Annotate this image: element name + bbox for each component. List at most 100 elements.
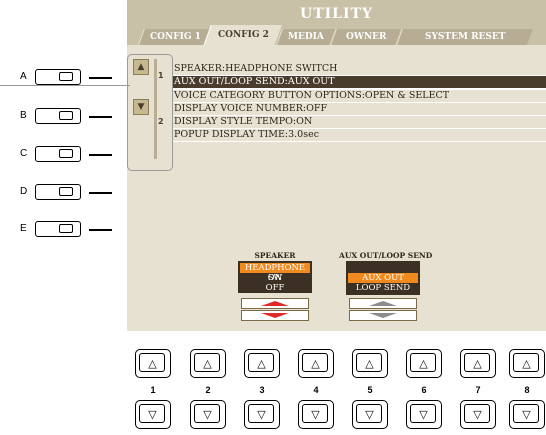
down-triangle-icon: ▽ xyxy=(203,407,212,421)
side-button-row-c: C xyxy=(0,145,125,165)
button-3-up[interactable]: △ xyxy=(244,349,280,378)
down-triangle-icon: ▽ xyxy=(148,407,157,421)
up-triangle-icon xyxy=(369,301,397,306)
up-triangle-icon: △ xyxy=(365,356,374,370)
aux-option-spacer xyxy=(346,263,420,273)
button-6-up[interactable]: △ xyxy=(406,349,442,378)
speaker-option[interactable]: OFF xyxy=(238,283,312,293)
aux-title: AUX OUT/LOOP SEND xyxy=(339,251,433,260)
tab-label: CONFIG 2 xyxy=(217,30,269,40)
side-button-label: A xyxy=(20,71,27,82)
down-triangle-icon: ▽ xyxy=(257,407,266,421)
up-triangle-icon: △ xyxy=(148,356,157,370)
down-triangle-icon xyxy=(261,313,289,318)
button-number: 2 xyxy=(205,385,211,395)
tab-config-2[interactable]: CONFIG 2 xyxy=(203,25,282,46)
aux-up-button[interactable] xyxy=(349,298,417,309)
list-item[interactable]: VOICE CATEGORY BUTTON OPTIONS:OPEN & SEL… xyxy=(172,90,546,103)
connector-line xyxy=(89,192,112,194)
up-triangle-icon: △ xyxy=(203,356,212,370)
side-button-row-e: E xyxy=(0,220,125,240)
button-number: 7 xyxy=(475,385,481,395)
button-2-down[interactable]: ▽ xyxy=(190,400,226,429)
side-button-d[interactable] xyxy=(35,184,81,200)
button-8-up[interactable]: △ xyxy=(509,349,545,378)
button-number: 5 xyxy=(367,385,373,395)
up-triangle-icon: △ xyxy=(522,356,531,370)
side-button-label: E xyxy=(20,223,27,234)
button-7-up[interactable]: △ xyxy=(460,349,496,378)
side-button-e[interactable] xyxy=(35,221,81,237)
button-5-up[interactable]: △ xyxy=(352,349,388,378)
tab-config-1[interactable]: CONFIG 1 xyxy=(138,29,211,45)
speaker-down-button[interactable] xyxy=(241,310,309,321)
aux-option-selected[interactable]: AUX OUT xyxy=(348,273,418,283)
speaker-options: HEADPHONE SW ON OFF xyxy=(238,261,312,293)
button-number: 1 xyxy=(150,385,156,395)
connector-line xyxy=(89,77,112,79)
button-4-down[interactable]: ▽ xyxy=(298,400,334,429)
down-triangle-icon: ▽ xyxy=(365,407,374,421)
side-button-row-b: B xyxy=(0,107,125,127)
button-number: 8 xyxy=(524,385,530,395)
screen-title: UTILITY xyxy=(300,6,373,22)
button-1-up[interactable]: △ xyxy=(135,349,171,378)
aux-option[interactable]: LOOP SEND xyxy=(346,283,420,293)
speaker-up-button[interactable] xyxy=(241,298,309,309)
side-button-a[interactable] xyxy=(35,69,81,85)
list-item-selected[interactable]: AUX OUT/LOOP SEND:AUX OUT xyxy=(172,76,546,90)
side-button-c[interactable] xyxy=(35,146,81,162)
list-item[interactable]: DISPLAY STYLE TEMPO:ON xyxy=(172,116,546,129)
tab-label: OWNER xyxy=(345,32,387,42)
down-triangle-icon: ▽ xyxy=(311,407,320,421)
list-item[interactable]: POPUP DISPLAY TIME:3.0sec xyxy=(172,129,546,142)
aux-down-button[interactable] xyxy=(349,310,417,321)
speaker-option-selected[interactable]: HEADPHONE SW xyxy=(240,263,310,283)
button-1-down[interactable]: ▽ xyxy=(135,400,171,429)
button-8-down[interactable]: ▽ xyxy=(509,400,545,429)
button-3-down[interactable]: ▽ xyxy=(244,400,280,429)
aux-stepper xyxy=(346,295,420,322)
lcd-screen: UTILITY CONFIG 1 CONFIG 2 MEDIA OWNER SY… xyxy=(127,0,546,331)
speaker-stepper xyxy=(238,295,312,322)
side-button-label: D xyxy=(20,186,28,197)
button-7-down[interactable]: ▽ xyxy=(460,400,496,429)
down-triangle-icon: ▽ xyxy=(419,407,428,421)
connector-line xyxy=(89,116,112,118)
main-panel: ▲ ▼ 1 2 SPEAKER:HEADPHONE SWITCH AUX OUT… xyxy=(127,45,546,331)
tab-label: SYSTEM RESET xyxy=(424,32,506,42)
up-triangle-icon: △ xyxy=(473,356,482,370)
button-number: 3 xyxy=(259,385,265,395)
down-triangle-icon xyxy=(369,313,397,318)
down-triangle-icon: ▽ xyxy=(473,407,482,421)
settings-list: SPEAKER:HEADPHONE SWITCH AUX OUT/LOOP SE… xyxy=(172,63,546,142)
side-button-row-d: D xyxy=(0,183,125,203)
button-number: 6 xyxy=(421,385,427,395)
tab-bar: CONFIG 1 CONFIG 2 MEDIA OWNER SYSTEM RES… xyxy=(127,25,546,46)
tab-owner[interactable]: OWNER xyxy=(330,29,401,45)
tab-media[interactable]: MEDIA xyxy=(276,29,335,45)
list-item[interactable]: SPEAKER:HEADPHONE SWITCH xyxy=(172,63,546,76)
button-6-down[interactable]: ▽ xyxy=(406,400,442,429)
list-item[interactable]: DISPLAY VOICE NUMBER:OFF xyxy=(172,103,546,116)
button-5-down[interactable]: ▽ xyxy=(352,400,388,429)
up-triangle-icon xyxy=(261,301,289,306)
side-button-label: C xyxy=(20,148,28,159)
up-triangle-icon: △ xyxy=(419,356,428,370)
speaker-option[interactable]: ON xyxy=(238,273,312,283)
callout-line xyxy=(0,85,130,86)
button-4-up[interactable]: △ xyxy=(298,349,334,378)
connector-line xyxy=(89,154,112,156)
button-2-up[interactable]: △ xyxy=(190,349,226,378)
button-number: 4 xyxy=(313,385,319,395)
up-triangle-icon: △ xyxy=(311,356,320,370)
page-callout-frame xyxy=(127,54,173,171)
tab-system-reset[interactable]: SYSTEM RESET xyxy=(396,29,533,45)
connector-line xyxy=(89,229,112,231)
side-button-label: B xyxy=(20,110,27,121)
side-button-b[interactable] xyxy=(35,108,81,124)
up-triangle-icon: △ xyxy=(257,356,266,370)
down-triangle-icon: ▽ xyxy=(522,407,531,421)
tab-label: MEDIA xyxy=(288,32,324,42)
aux-options: AUX OUT LOOP SEND xyxy=(346,261,420,297)
